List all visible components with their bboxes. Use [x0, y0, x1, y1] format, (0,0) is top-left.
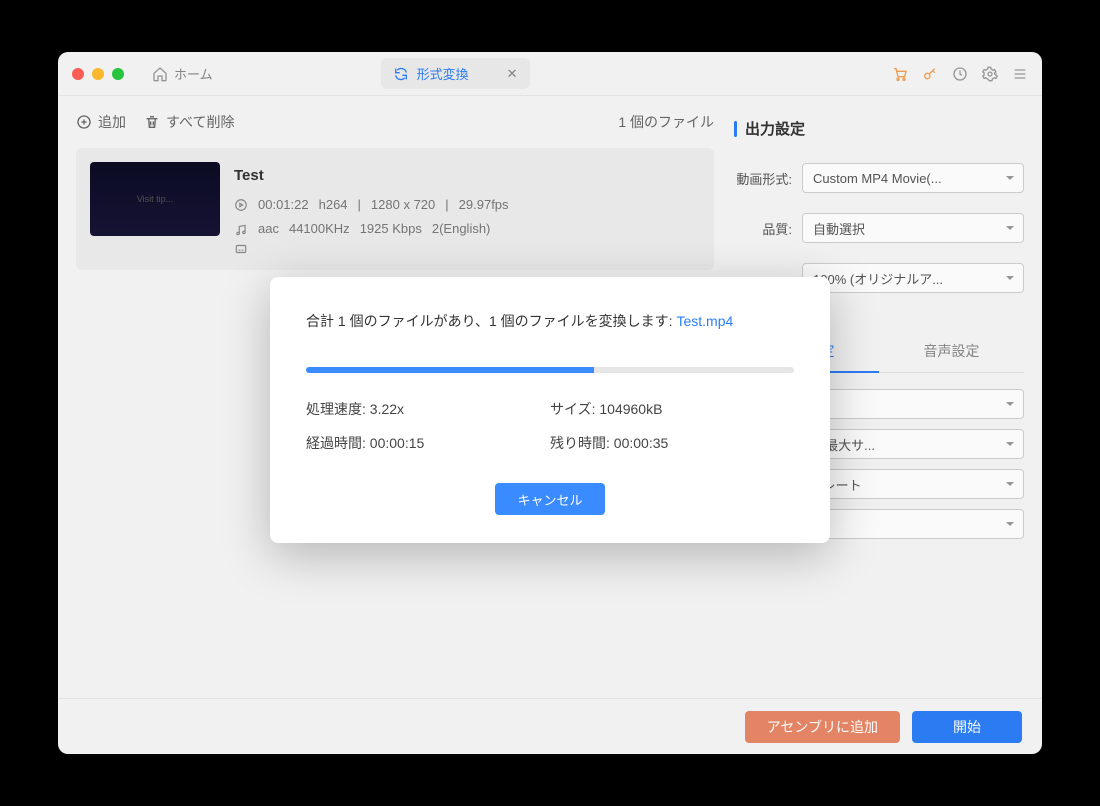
- progress-stats: 処理速度: 3.22x 経過時間: 00:00:15 サイズ: 104960kB…: [306, 399, 794, 453]
- progress-message: 合計 1 個のファイルがあり、1 個のファイルを変換します: Test.mp4: [306, 311, 794, 331]
- cancel-button[interactable]: キャンセル: [495, 483, 604, 515]
- speed-value: 3.22x: [370, 401, 404, 417]
- size-value: 104960kB: [599, 401, 662, 417]
- current-filename: Test.mp4: [676, 313, 733, 329]
- progress-bar: [306, 367, 794, 373]
- elapsed-value: 00:00:15: [370, 435, 425, 451]
- remaining-value: 00:00:35: [614, 435, 669, 451]
- app-window: ホーム 形式変換 ✕: [58, 52, 1042, 754]
- progress-fill: [306, 367, 594, 373]
- progress-dialog: 合計 1 個のファイルがあり、1 個のファイルを変換します: Test.mp4 …: [270, 277, 830, 543]
